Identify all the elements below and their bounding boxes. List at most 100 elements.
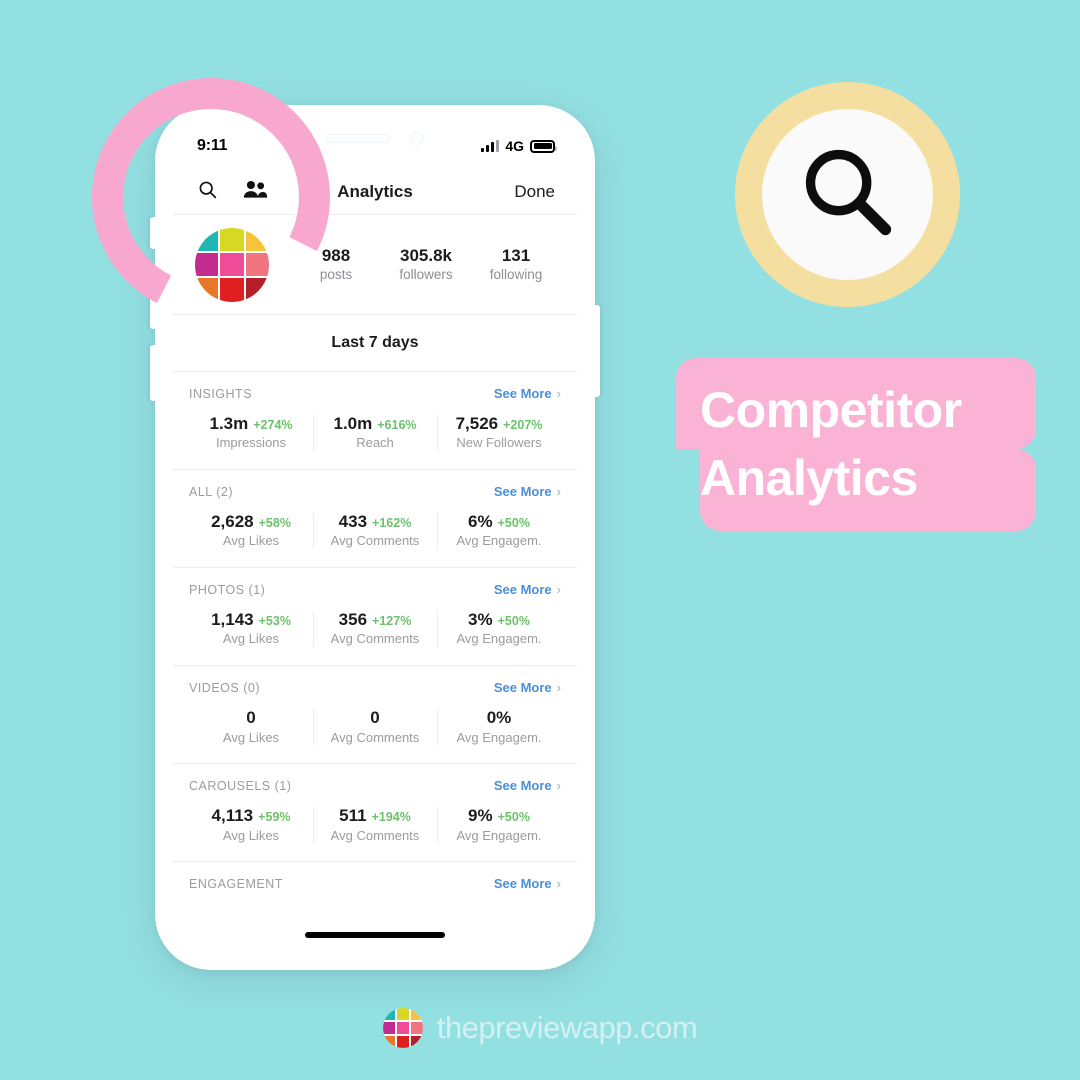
chevron-right-icon: › <box>556 582 561 598</box>
section-head: PHOTOS (1) See More › <box>189 582 561 597</box>
metric-cell[interactable]: 1.0m +616% Reach <box>313 413 437 453</box>
done-button[interactable]: Done <box>514 182 555 202</box>
metric-value: 356 <box>338 610 368 630</box>
metric-delta: +274% <box>253 418 293 432</box>
metrics-row: 0 Avg Likes 0 Avg Comments 0% Avg Engagem. <box>189 707 561 747</box>
chevron-right-icon: › <box>556 680 561 696</box>
metric-value: 3% <box>468 610 493 630</box>
metric-label: Avg Engagem. <box>456 729 542 745</box>
section-engagement: ENGAGEMENT See More › <box>173 862 577 892</box>
avatar-grid-cell <box>245 252 269 277</box>
see-more-link[interactable]: See More › <box>494 582 561 597</box>
section-carousels-1: CAROUSELS (1) See More › 4,113 +59% Avg Likes… <box>173 764 577 863</box>
section-head: CAROUSELS (1) See More › <box>189 778 561 793</box>
avatar-grid-cell <box>382 1008 395 1020</box>
section-insights: INSIGHTS See More › 1.3m +274% Impressions 1.0… <box>173 372 577 471</box>
phone-power-button[interactable] <box>594 305 600 397</box>
avatar-grid-cell <box>245 278 269 302</box>
see-more-link[interactable]: See More › <box>494 484 561 499</box>
avatar-grid-cell <box>396 1022 409 1034</box>
metric-delta: +127% <box>372 614 412 629</box>
see-more-link[interactable]: See More › <box>494 386 561 401</box>
phone-silent-switch[interactable] <box>150 217 156 249</box>
metric-cell[interactable]: 1.3m +274% Impressions <box>189 413 313 453</box>
signal-bars-icon <box>481 140 500 152</box>
metrics-row: 1.3m +274% Impressions 1.0m +616% Reach 7,526 +… <box>189 413 561 453</box>
metric-cell[interactable]: 2,628 +58% Avg Likes <box>189 511 313 551</box>
stat-posts[interactable]: 988 posts <box>291 245 381 284</box>
metric-cell[interactable]: 0 Avg Likes <box>189 707 313 747</box>
metric-label: Avg Comments <box>330 729 420 745</box>
profile-avatar-grid[interactable] <box>195 227 269 302</box>
metric-value: 9% <box>468 806 493 826</box>
metric-cell[interactable]: 1,143 +53% Avg Likes <box>189 609 313 649</box>
metrics-row: 1,143 +53% Avg Likes 356 +127% Avg Comments 3%… <box>189 609 561 649</box>
metric-top: 0 <box>193 707 309 728</box>
metric-label: Avg Likes <box>222 533 280 549</box>
banner-title-line-2: Analytics <box>700 449 1036 531</box>
phone-volume-up-button[interactable] <box>150 273 156 329</box>
metric-cell[interactable]: 9% +50% Avg Engagem. <box>437 805 561 845</box>
avatar-grid-cell <box>382 1022 395 1034</box>
metric-cell[interactable]: 0% Avg Engagem. <box>437 707 561 747</box>
search-badge-inner <box>762 109 933 280</box>
avatar-grid-cell <box>382 1036 395 1048</box>
avatar-grid-cell <box>245 227 269 251</box>
section-title: ALL (2) <box>189 484 234 499</box>
metric-cell[interactable]: 7,526 +207% New Followers <box>437 413 561 453</box>
see-more-label: See More <box>493 484 552 500</box>
see-more-link[interactable]: See More › <box>494 778 561 793</box>
section-engagement-title: ENGAGEMENT <box>189 876 283 891</box>
metric-value: 0% <box>486 708 512 728</box>
metric-label: Avg Likes <box>222 631 280 647</box>
metric-delta: +194% <box>371 810 411 825</box>
period-selector[interactable]: Last 7 days <box>173 315 577 372</box>
stat-posts-label: posts <box>319 267 353 283</box>
see-more-label: See More <box>493 582 552 598</box>
stat-followers[interactable]: 305.8k followers <box>381 245 471 284</box>
banner-title-line-1: Competitor <box>676 358 1036 449</box>
metric-top: 0% <box>441 707 557 728</box>
metric-delta: +50% <box>497 614 530 629</box>
chevron-right-icon: › <box>556 386 561 401</box>
metric-cell[interactable]: 4,113 +59% Avg Likes <box>189 805 313 845</box>
metric-value: 1.3m <box>209 414 249 433</box>
magnifier-icon <box>796 140 900 249</box>
metric-top: 4,113 +59% <box>193 805 309 826</box>
metric-value: 7,526 <box>455 414 499 433</box>
metrics-row: 4,113 +59% Avg Likes 511 +194% Avg Comments 9%… <box>189 805 561 845</box>
phone-volume-down-button[interactable] <box>150 345 156 401</box>
metric-cell[interactable]: 511 +194% Avg Comments <box>313 805 437 845</box>
stat-following-value: 131 <box>501 246 531 266</box>
avatar-grid-cell <box>220 252 244 277</box>
status-time: 9:11 <box>197 137 228 154</box>
metric-label: Avg Comments <box>330 827 420 843</box>
metric-label: Avg Engagem. <box>456 533 542 549</box>
avatar-grid-cell <box>396 1008 409 1020</box>
avatar-grid-cell <box>195 227 219 251</box>
section-title: INSIGHTS <box>189 386 253 401</box>
avatar-grid-cell <box>410 1008 423 1020</box>
profile-summary-row: 988 posts 305.8k followers 131 following <box>173 215 577 315</box>
stat-following[interactable]: 131 following <box>471 245 561 284</box>
home-indicator[interactable] <box>305 932 445 938</box>
metric-cell[interactable]: 0 Avg Comments <box>313 707 437 747</box>
metric-cell[interactable]: 3% +50% Avg Engagem. <box>437 609 561 649</box>
metric-top: 511 +194% <box>317 805 433 826</box>
metric-value: 4,113 <box>211 806 254 826</box>
section-head: INSIGHTS See More › <box>189 386 561 401</box>
metric-cell[interactable]: 433 +162% Avg Comments <box>313 511 437 551</box>
metric-cell[interactable]: 6% +50% Avg Engagem. <box>437 511 561 551</box>
see-more-engagement[interactable]: See More › <box>494 876 561 891</box>
see-more-link[interactable]: See More › <box>494 680 561 695</box>
section-photos-1: PHOTOS (1) See More › 1,143 +53% Avg Likes 356… <box>173 568 577 667</box>
stat-followers-value: 305.8k <box>400 246 452 266</box>
metric-value: 433 <box>338 512 368 532</box>
people-icon[interactable] <box>242 179 268 205</box>
search-icon[interactable] <box>197 179 218 205</box>
avatar-grid-cell <box>396 1036 409 1048</box>
metric-label: Avg Comments <box>330 533 420 549</box>
phone-screen: 9:11 4G Analytics Done 988 posts 305.8k … <box>173 123 577 952</box>
metric-top: 3% +50% <box>441 609 557 630</box>
metric-cell[interactable]: 356 +127% Avg Comments <box>313 609 437 649</box>
